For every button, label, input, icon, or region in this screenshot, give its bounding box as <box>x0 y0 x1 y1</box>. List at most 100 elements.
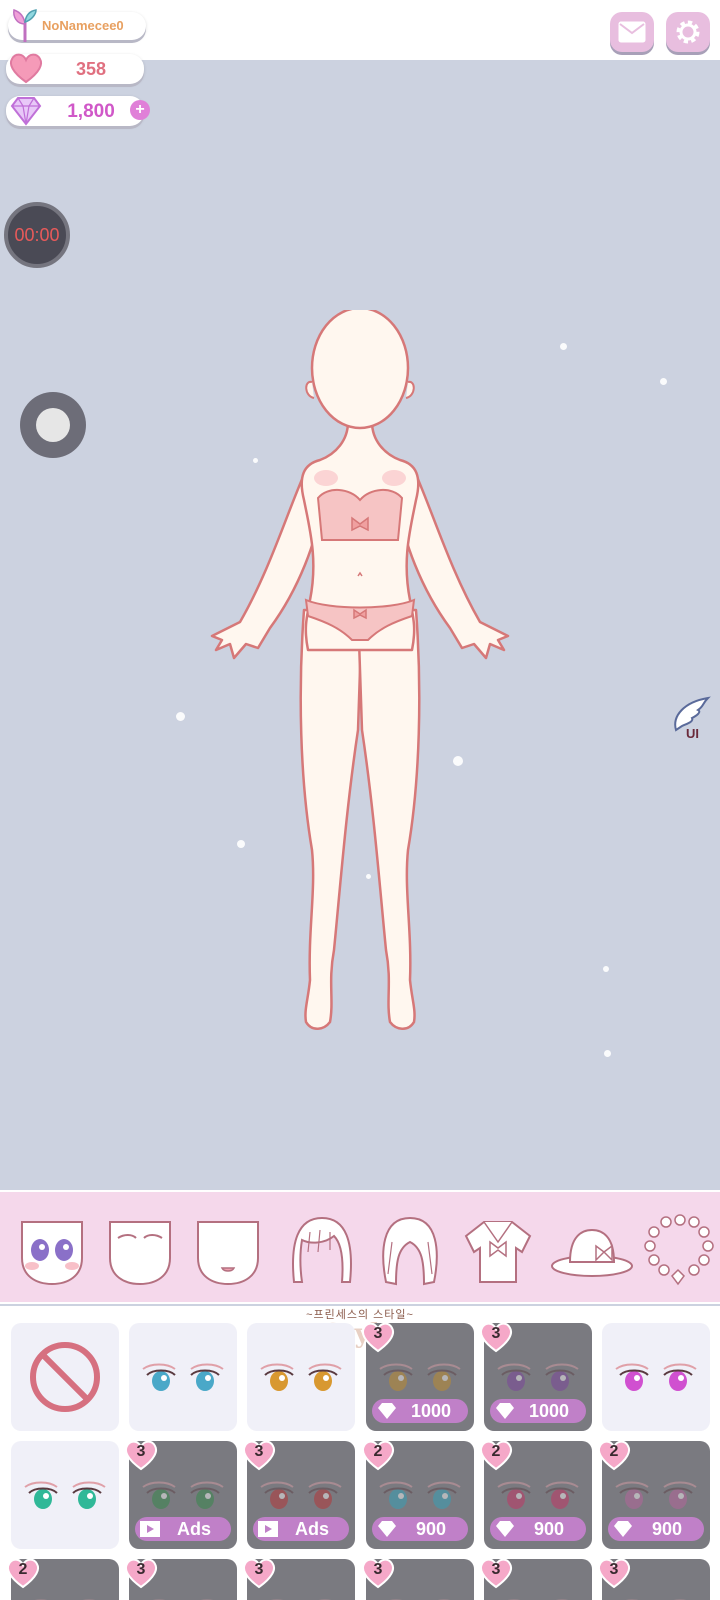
heart-badge: 2 <box>360 1439 396 1471</box>
item-eyes[interactable]: 2 900 <box>479 1440 592 1549</box>
hat-icon <box>551 1228 633 1277</box>
gem-price: 900 <box>608 1517 704 1541</box>
item-eyes[interactable]: 3 1000 <box>479 1322 592 1431</box>
sparkle <box>603 966 609 972</box>
price-label: 900 <box>651 1519 683 1539</box>
hearts-value: 358 <box>75 59 107 79</box>
sparkle <box>176 712 185 721</box>
watch-ad-price: Ads <box>135 1517 231 1541</box>
ui-toggle-label: UI <box>686 726 699 741</box>
category-eyes[interactable] <box>14 1212 90 1288</box>
category-tops[interactable] <box>460 1212 536 1288</box>
item-eyes[interactable]: 3 1000 <box>361 1322 474 1431</box>
sparkle <box>660 378 667 385</box>
category-back-hair[interactable] <box>372 1212 448 1288</box>
heart-cost: 3 <box>254 1561 264 1578</box>
category-hats[interactable] <box>548 1212 636 1288</box>
eyebrows-icon <box>109 1221 171 1286</box>
item-eyes[interactable]: 3 <box>242 1558 355 1600</box>
heart-cost: 3 <box>491 1325 501 1342</box>
price-label: Ads <box>294 1519 329 1539</box>
category-bar <box>0 1190 720 1304</box>
necklace-icon <box>644 1214 714 1286</box>
eyes-preview-icon <box>497 1363 579 1391</box>
gem-icon <box>496 1521 514 1537</box>
heart-cost: 3 <box>491 1561 501 1578</box>
item-eyes[interactable]: 3 <box>361 1558 474 1600</box>
item-eyes[interactable]: 2 900 <box>597 1440 710 1549</box>
heart-badge: 3 <box>123 1557 159 1589</box>
item-none[interactable] <box>11 1323 119 1431</box>
gem-icon <box>10 97 42 126</box>
heart-badge: 3 <box>478 1321 514 1353</box>
heart-icon <box>9 53 43 84</box>
gem-price: 1000 <box>490 1399 586 1423</box>
eyes-preview-icon <box>615 1481 697 1509</box>
gem-icon <box>496 1403 514 1419</box>
record-button[interactable] <box>20 392 86 458</box>
profile-pill[interactable]: NoNamecee0 <box>8 9 146 42</box>
heart-badge: 3 <box>241 1439 277 1471</box>
heart-cost: 3 <box>136 1561 146 1578</box>
item-eyes[interactable] <box>129 1323 237 1431</box>
eyes-preview-icon <box>142 1363 224 1391</box>
eyes-preview-icon <box>24 1481 106 1509</box>
heart-cost: 3 <box>254 1443 264 1460</box>
item-eyes[interactable]: 3 <box>124 1558 237 1600</box>
top-clothes-icon <box>464 1221 532 1283</box>
heart-badge: 2 <box>478 1439 514 1471</box>
item-eyes[interactable] <box>11 1441 119 1549</box>
heart-badge: 3 <box>360 1557 396 1589</box>
category-eyebrows[interactable] <box>102 1212 178 1288</box>
item-eyes[interactable]: 3 Ads <box>124 1440 237 1549</box>
eyes-preview-icon <box>497 1481 579 1509</box>
gear-icon <box>676 20 700 44</box>
item-eyes[interactable]: 2 900 <box>361 1440 474 1549</box>
heart-cost: 2 <box>609 1443 619 1460</box>
eyes-preview-icon <box>379 1363 461 1391</box>
mail-button[interactable] <box>610 12 654 52</box>
add-gems-button[interactable]: + <box>130 100 150 120</box>
price-label: 900 <box>533 1519 565 1539</box>
item-eyes[interactable]: 2 <box>6 1558 119 1600</box>
eyes-preview-icon <box>142 1481 224 1509</box>
eyes-preview-icon <box>260 1481 342 1509</box>
sprout-icon <box>13 9 37 42</box>
heart-badge: 3 <box>596 1557 632 1589</box>
heart-badge: 3 <box>360 1321 396 1353</box>
back-hair-icon <box>382 1216 438 1286</box>
username: NoNamecee0 <box>42 18 124 33</box>
face-eyes-icon <box>21 1221 83 1286</box>
item-grid: ~프린세스의 스타일~ Style 3 1000 3 1000 3 Ads 3 Ads 2 900… <box>0 1306 720 1600</box>
video-ad-icon <box>258 1521 278 1537</box>
gem-price: 1000 <box>372 1399 468 1423</box>
category-mouth[interactable] <box>190 1212 266 1288</box>
category-accessories[interactable] <box>640 1212 716 1288</box>
item-eyes[interactable] <box>247 1323 355 1431</box>
heart-badge: 2 <box>596 1439 632 1471</box>
price-label: 1000 <box>410 1401 452 1421</box>
gem-price: 900 <box>372 1517 468 1541</box>
heart-cost: 2 <box>373 1443 383 1460</box>
heart-cost: 3 <box>373 1561 383 1578</box>
heart-cost: 2 <box>491 1443 501 1460</box>
gem-icon <box>378 1521 396 1537</box>
hearts-counter: 358 <box>6 53 144 84</box>
item-eyes[interactable] <box>602 1323 710 1431</box>
no-item-icon <box>30 1342 100 1412</box>
eyes-preview-icon <box>615 1363 697 1391</box>
gems-value: 1,800 <box>67 101 115 122</box>
price-label: 1000 <box>528 1401 570 1421</box>
eyes-preview-icon <box>260 1363 342 1391</box>
item-eyes[interactable]: 3 <box>479 1558 592 1600</box>
gems-counter: 1,800 <box>6 96 144 126</box>
gem-icon <box>614 1521 632 1537</box>
settings-button[interactable] <box>666 12 710 52</box>
ui-toggle-button[interactable]: UI <box>670 696 714 746</box>
category-front-hair[interactable] <box>284 1212 360 1288</box>
item-eyes[interactable]: 3 Ads <box>242 1440 355 1549</box>
character-base <box>210 310 510 1030</box>
heart-cost: 3 <box>609 1561 619 1578</box>
item-eyes[interactable]: 3 <box>597 1558 710 1600</box>
recording-timer: 00:00 <box>4 202 70 268</box>
